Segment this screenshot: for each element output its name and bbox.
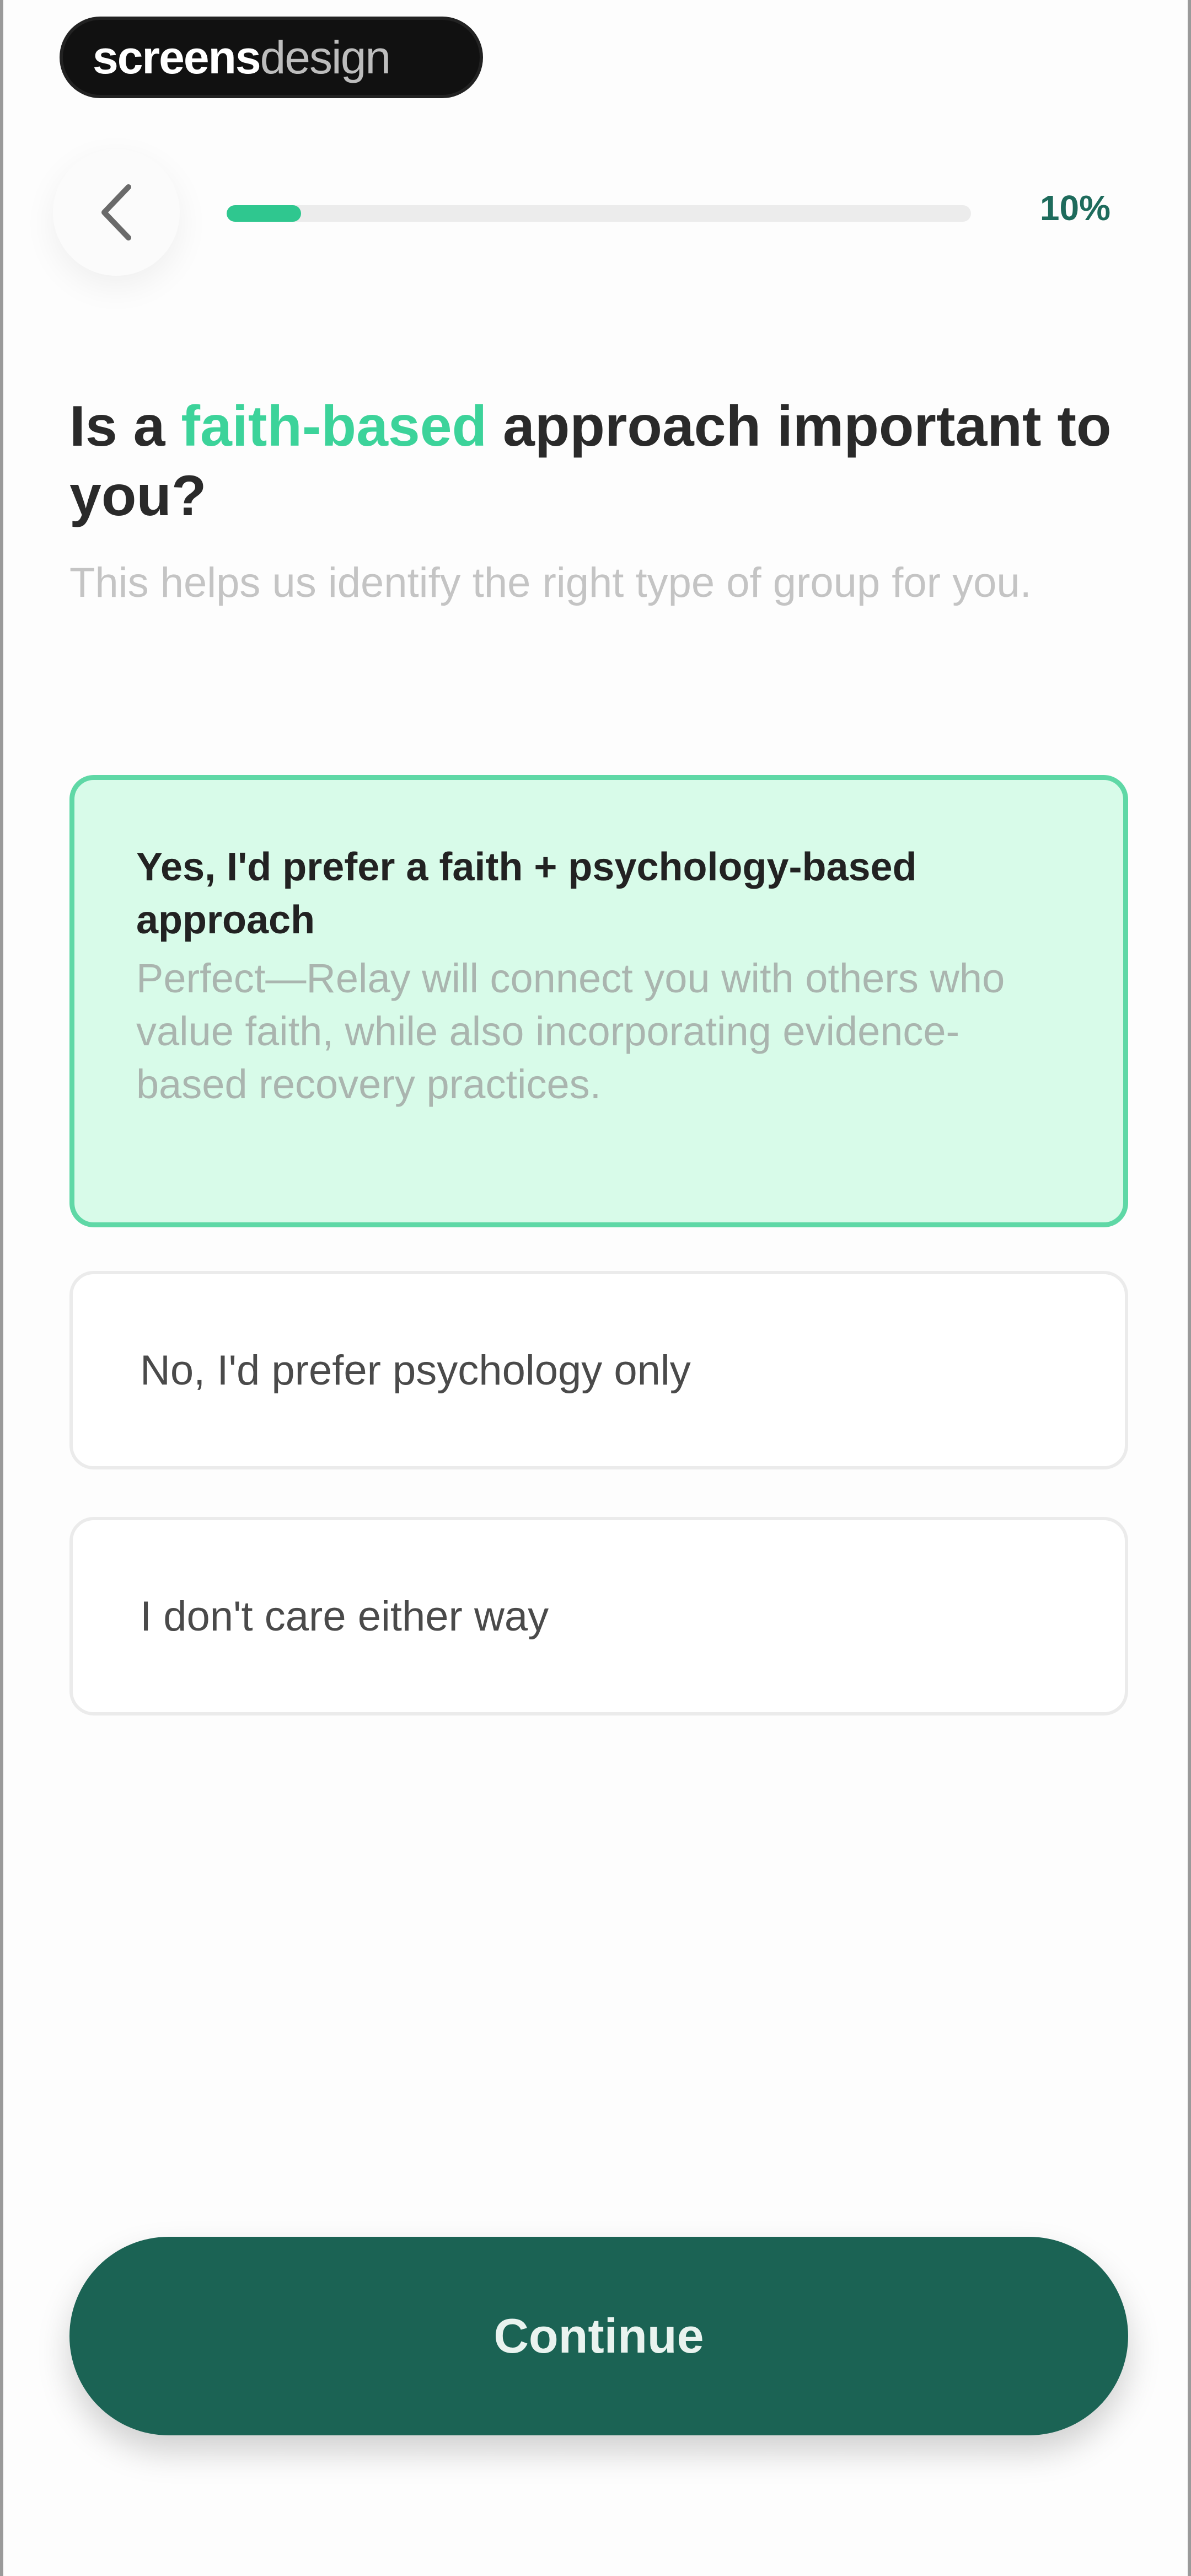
progress-bar (227, 205, 971, 222)
title-highlight: faith-based (181, 394, 487, 458)
option-faith-psychology[interactable]: Yes, I'd prefer a faith + psychology-bas… (69, 775, 1128, 1227)
question-subtitle: This helps us identify the right type of… (69, 559, 1032, 606)
app-screen: screens design 10% Is a faith-based appro… (0, 0, 1191, 2576)
option-label: No, I'd prefer psychology only (140, 1346, 691, 1394)
option-label: I don't care either way (140, 1592, 549, 1640)
option-description: Perfect—Relay will connect you with othe… (136, 955, 1005, 1107)
chevron-left-icon (101, 184, 131, 241)
title-prefix: Is a (69, 394, 181, 458)
screensdesign-watermark: screens design (63, 20, 480, 95)
watermark-part-2: design (260, 31, 391, 83)
progress-percent-label: 10% (1039, 188, 1110, 228)
question-title: Is a faith-based approach important to y… (69, 392, 1117, 531)
continue-button[interactable]: Continue (69, 2237, 1128, 2435)
progress-bar-fill (227, 205, 301, 222)
watermark-part-1: screens (93, 31, 261, 83)
option-psychology-only[interactable]: No, I'd prefer psychology only (69, 1271, 1128, 1469)
back-button[interactable] (53, 149, 180, 276)
option-dont-care[interactable]: I don't care either way (69, 1517, 1128, 1715)
option-title: Yes, I'd prefer a faith + psychology-bas… (136, 845, 917, 942)
